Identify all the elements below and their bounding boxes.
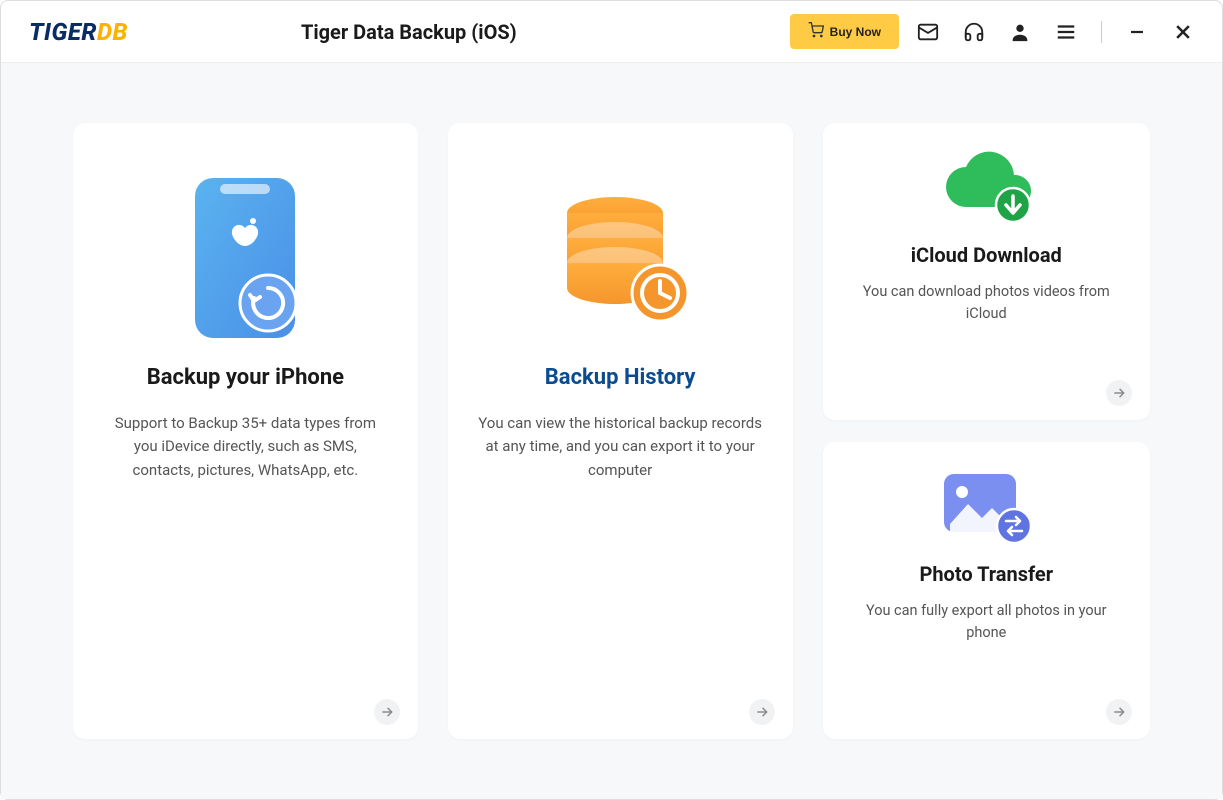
cloud-download-icon	[931, 147, 1041, 227]
minimize-button[interactable]	[1126, 21, 1148, 43]
photo-transfer-icon	[936, 466, 1036, 546]
buy-now-label: Buy Now	[830, 25, 881, 39]
card-history-arrow[interactable]	[749, 699, 775, 725]
cart-icon	[808, 22, 824, 41]
card-backup-iphone[interactable]: Backup your iPhone Support to Backup 35+…	[73, 123, 418, 739]
close-button[interactable]	[1172, 21, 1194, 43]
card-icloud-title: iCloud Download	[911, 243, 1062, 267]
card-icloud-desc: You can download photos videos from iClo…	[843, 281, 1131, 325]
menu-icon[interactable]	[1055, 21, 1077, 43]
card-photo-arrow[interactable]	[1106, 699, 1132, 725]
card-backup-arrow[interactable]	[374, 699, 400, 725]
card-history-desc: You can view the historical backup recor…	[472, 412, 769, 482]
card-history-title: Backup History	[545, 365, 696, 390]
support-icon[interactable]	[963, 21, 985, 43]
user-icon[interactable]	[1009, 21, 1031, 43]
mail-icon[interactable]	[917, 21, 939, 43]
card-icloud-arrow[interactable]	[1106, 380, 1132, 406]
card-photo-title: Photo Transfer	[919, 562, 1053, 586]
card-backup-title: Backup your iPhone	[147, 365, 344, 390]
card-icloud-download[interactable]: iCloud Download You can download photos …	[823, 123, 1151, 420]
iphone-backup-icon	[190, 173, 300, 343]
card-photo-desc: You can fully export all photos in your …	[843, 600, 1131, 644]
main-content: Backup your iPhone Support to Backup 35+…	[1, 63, 1222, 799]
titlebar-divider	[1101, 21, 1102, 43]
titlebar: TIGERDB Tiger Data Backup (iOS) Buy Now	[1, 1, 1222, 63]
buy-now-button[interactable]: Buy Now	[790, 14, 899, 49]
app-title: Tiger Data Backup (iOS)	[28, 20, 790, 44]
database-history-icon	[545, 173, 695, 343]
card-photo-transfer[interactable]: Photo Transfer You can fully export all …	[823, 442, 1151, 739]
card-backup-history[interactable]: Backup History You can view the historic…	[448, 123, 793, 739]
card-backup-desc: Support to Backup 35+ data types from yo…	[97, 412, 394, 482]
